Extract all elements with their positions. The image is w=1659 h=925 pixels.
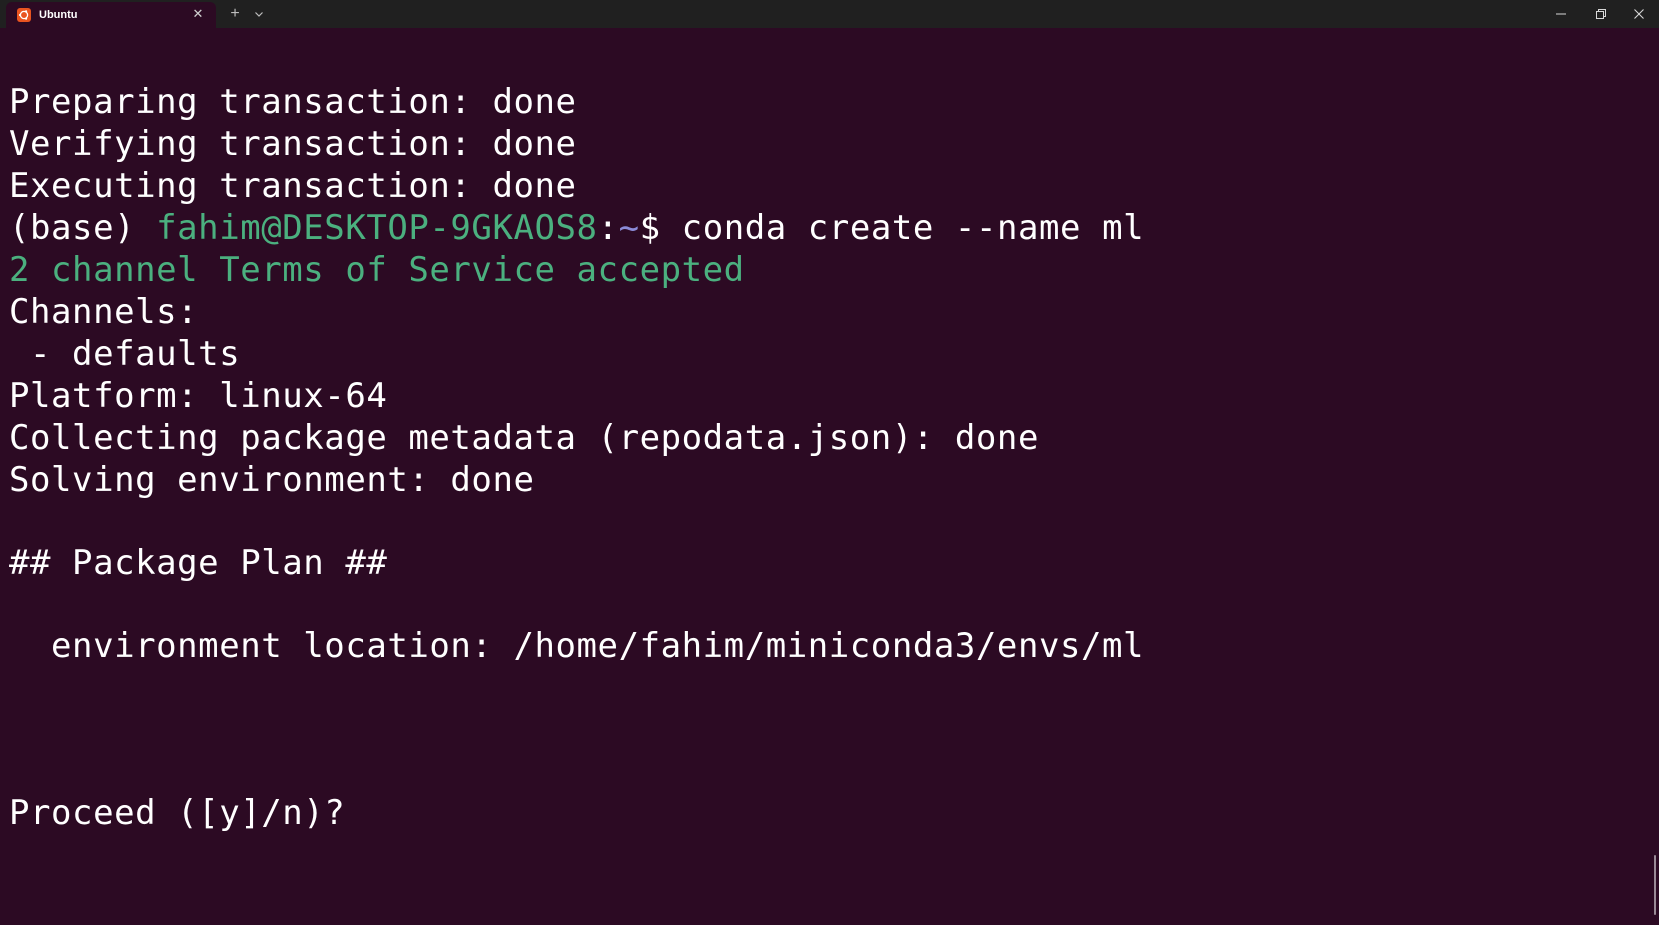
tab-ubuntu[interactable]: Ubuntu ✕ — [6, 2, 216, 28]
output-line: - defaults — [9, 334, 241, 374]
close-tab-icon[interactable]: ✕ — [190, 6, 206, 22]
command-text: conda create --name ml — [681, 208, 1145, 248]
prompt-user-host: fahim@DESKTOP-9GKAOS8 — [156, 208, 598, 248]
output-line: environment location: /home/fahim/minico… — [9, 626, 1145, 666]
scrollbar[interactable] — [1654, 855, 1656, 915]
output-line: 2 channel Terms of Service accepted — [9, 250, 745, 290]
output-line: Collecting package metadata (repodata.js… — [9, 418, 1039, 458]
restore-button[interactable] — [1581, 2, 1621, 26]
prompt-separator: : — [597, 208, 619, 248]
tab-title: Ubuntu — [39, 9, 78, 21]
output-line: Platform: linux-64 — [9, 376, 388, 416]
output-line: Solving environment: done — [9, 460, 535, 500]
prompt-env: (base) — [9, 208, 157, 248]
title-bar: Ubuntu ✕ + — [0, 0, 1659, 28]
close-icon — [1634, 9, 1644, 19]
output-line: Preparing transaction: done — [9, 82, 577, 122]
close-window-button[interactable] — [1619, 2, 1659, 26]
chevron-down-icon[interactable] — [251, 5, 267, 23]
new-tab-button[interactable]: + — [226, 5, 244, 23]
ubuntu-logo-icon — [17, 8, 31, 22]
prompt-dollar: $ — [639, 208, 682, 248]
terminal-window: Ubuntu ✕ + Preparing transaction: done V… — [0, 0, 1659, 925]
output-line: ## Package Plan ## — [9, 543, 388, 583]
prompt-path: ~ — [618, 208, 640, 248]
output-line: Executing transaction: done — [9, 166, 577, 206]
prompt-line: (base) fahim@DESKTOP-9GKAOS8:~$ conda cr… — [9, 208, 1144, 248]
output-line: Verifying transaction: done — [9, 124, 577, 164]
output-line: Channels: — [9, 292, 199, 332]
prompt-question: Proceed ([y]/n)? — [9, 793, 346, 833]
minimize-icon — [1556, 13, 1566, 15]
minimize-button[interactable] — [1541, 2, 1581, 26]
terminal-output[interactable]: Preparing transaction: done Verifying tr… — [0, 28, 1659, 925]
restore-icon — [1596, 9, 1606, 19]
